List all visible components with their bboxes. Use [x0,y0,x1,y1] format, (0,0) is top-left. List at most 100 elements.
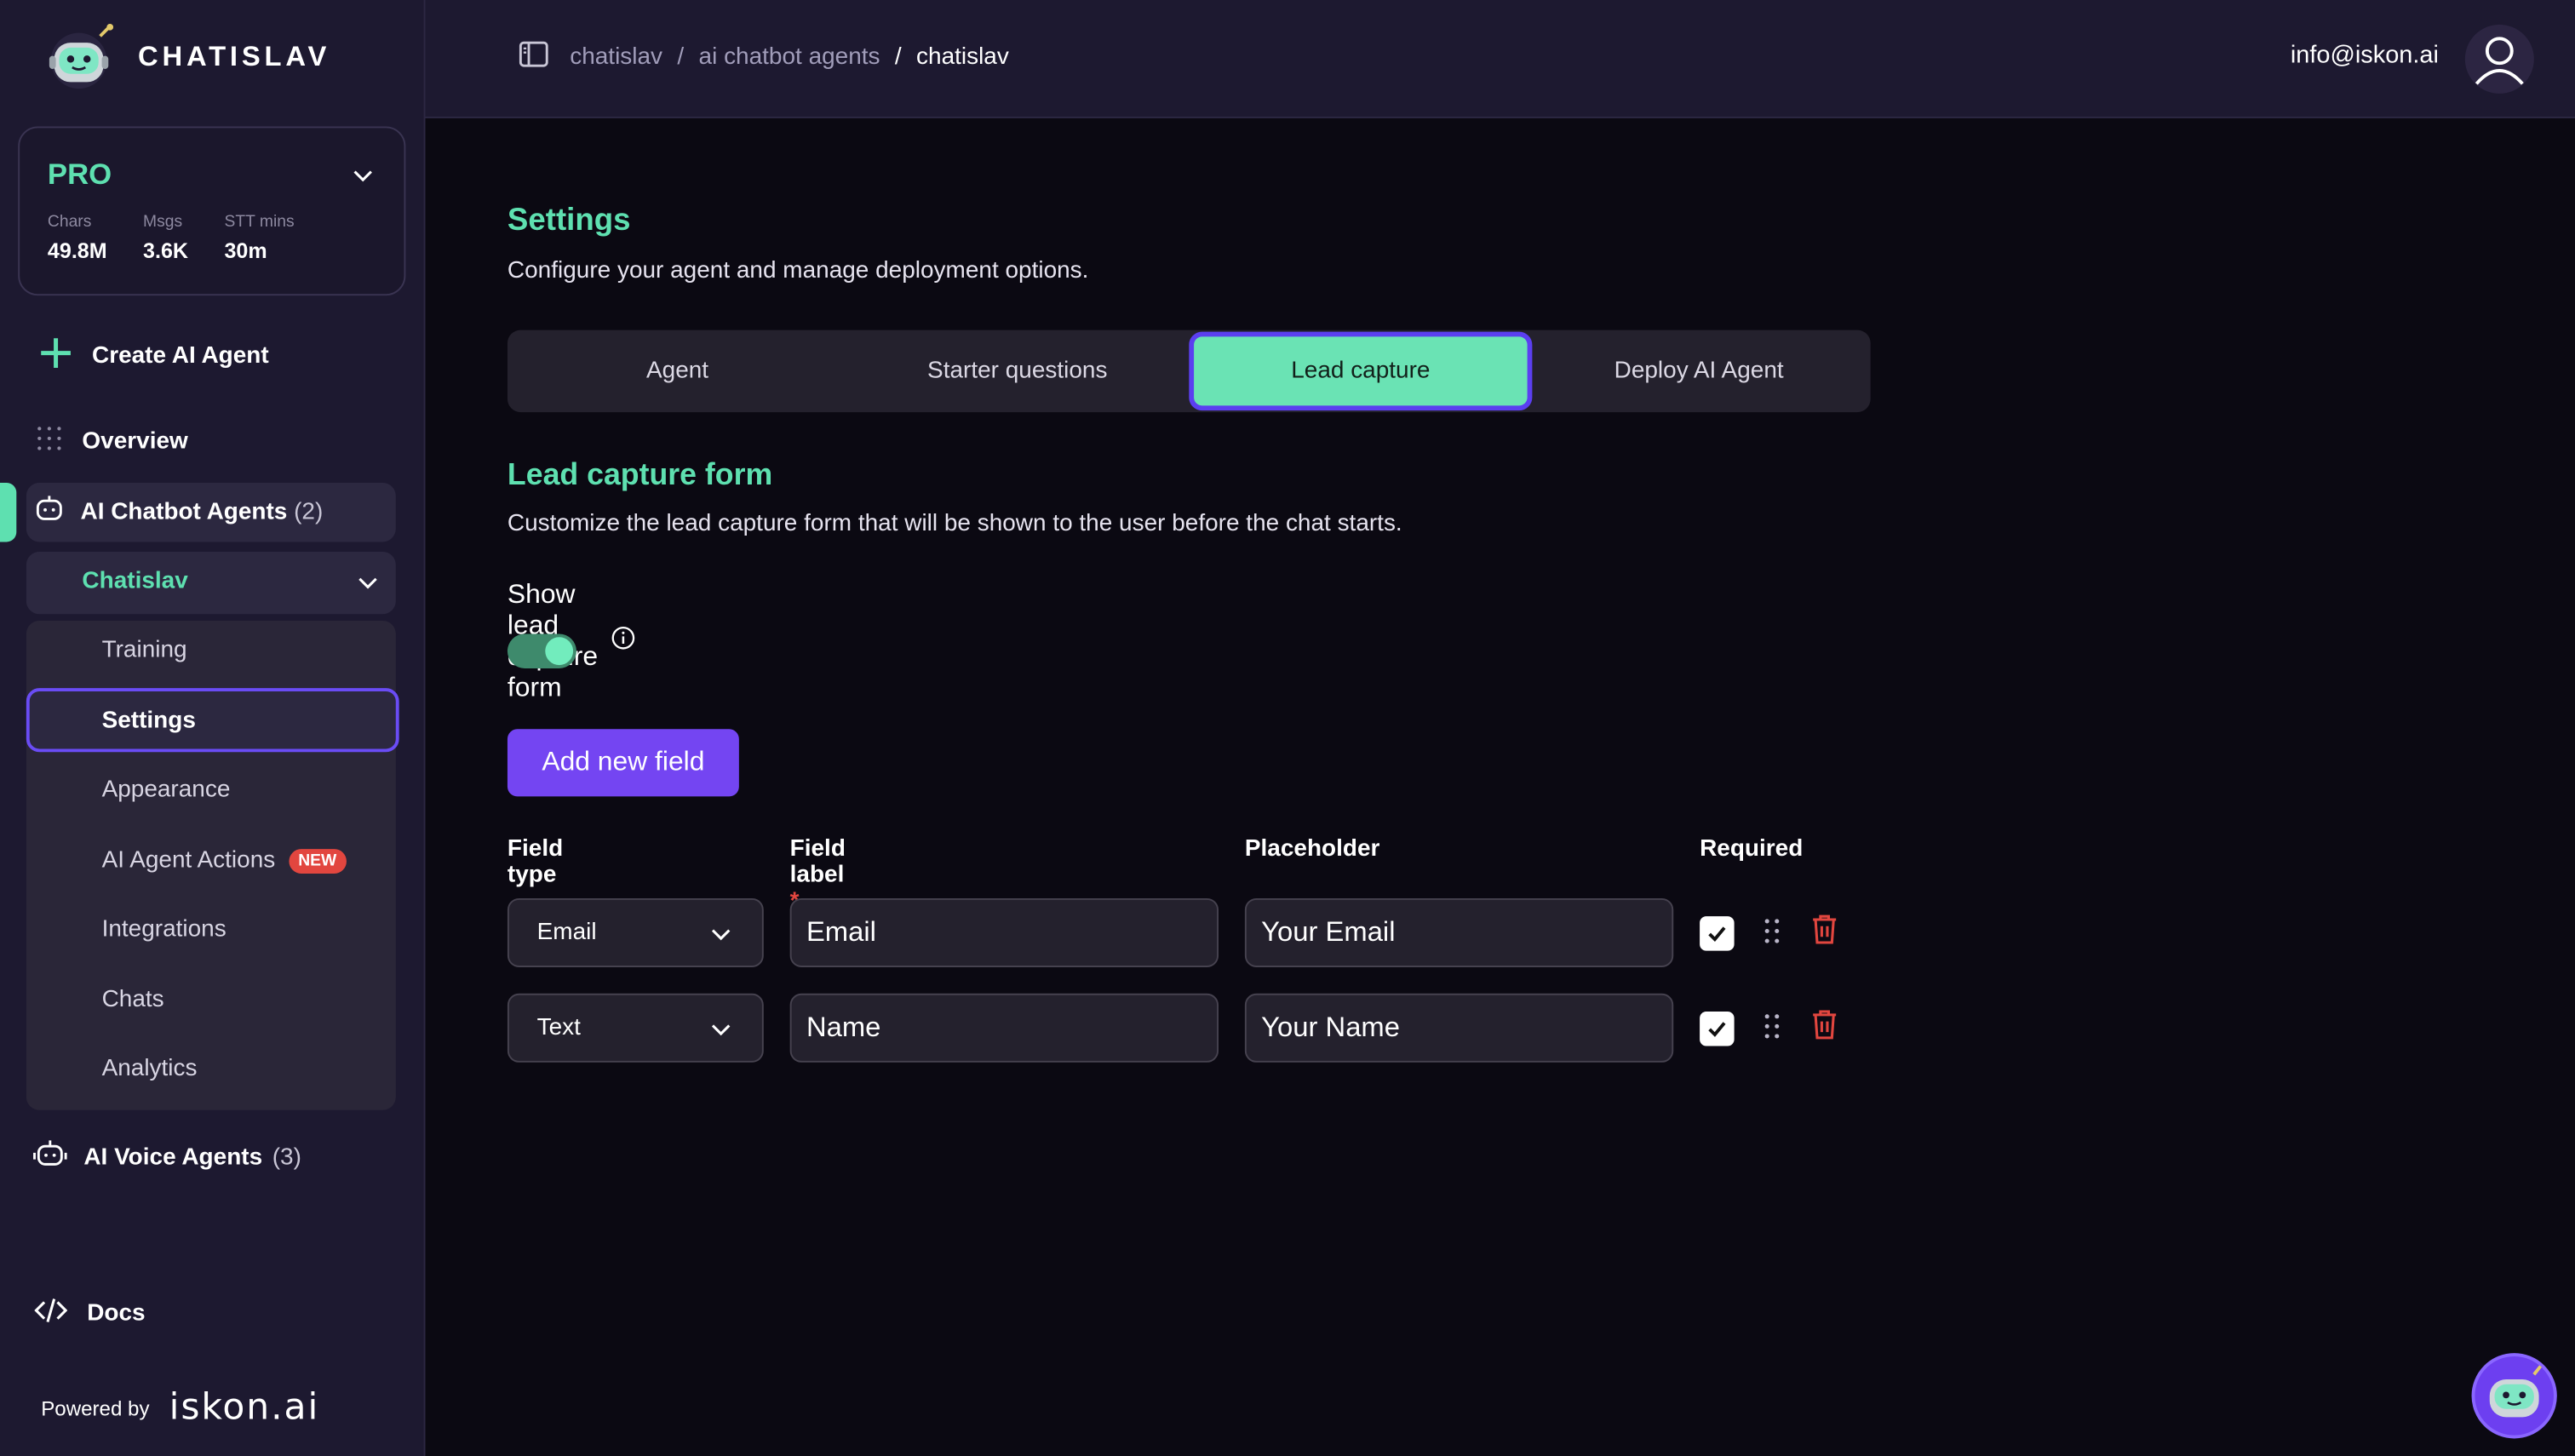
column-header-placeholder: Placeholder [1244,835,1380,863]
actions-label: AI Agent Actions [101,847,276,874]
sidebar-item-settings[interactable]: Settings [26,688,399,753]
voice-agents-count: (3) [272,1144,301,1172]
sidebar: CHATISLAV PRO Chars 49.8M Msgs 3.6K STT … [0,0,426,1456]
breadcrumb-item[interactable]: ai chatbot agents [699,44,880,71]
breadcrumb-item[interactable]: chatislav [570,44,662,71]
agent-selector[interactable]: Chatislav [26,552,396,615]
sidebar-item-chats[interactable]: Chats [102,987,164,1013]
stat-value: 3.6K [143,238,189,263]
stat-value: 30m [224,238,267,263]
plan-stats: Chars 49.8M Msgs 3.6K STT mins 30m [48,214,330,263]
chatbot-agents-count: (2) [294,499,324,526]
brand[interactable]: CHATISLAV [43,23,330,92]
toggle-knob [545,637,574,666]
tab-agent[interactable]: Agent [508,330,847,412]
add-field-button[interactable]: Add new field [507,729,739,797]
field-type-value: Text [536,1014,581,1041]
stat-label: STT mins [224,213,295,232]
check-icon [1708,1022,1726,1037]
create-agent-label: Create AI Agent [92,343,269,370]
avatar[interactable] [2464,24,2534,94]
tab-label: Agent [645,358,709,385]
required-checkbox[interactable] [1700,1012,1735,1046]
overview-label: Overview [82,428,188,456]
sidebar-item-training[interactable]: Training [102,637,187,663]
tab-label: Starter questions [927,358,1108,385]
appearance-label: Appearance [101,777,231,804]
section-subtitle: Customize the lead capture form that wil… [507,510,1402,537]
field-type-select[interactable]: Email [507,897,764,967]
sidebar-item-voice-agents[interactable]: AI Voice Agents (3) [33,1138,301,1178]
breadcrumb-current: chatislav [916,44,1009,71]
sidebar-toggle-icon[interactable] [519,41,548,74]
field-label-input[interactable] [789,993,1219,1063]
stat-value: 49.8M [47,238,107,263]
required-checkbox[interactable] [1700,916,1735,951]
tab-starter-questions[interactable]: Starter questions [847,330,1187,412]
tab-label: Deploy AI Agent [1614,358,1784,385]
plan-card[interactable]: PRO Chars 49.8M Msgs 3.6K STT mins 30m [18,126,406,296]
stat-stt: STT mins 30m [224,214,294,263]
section-title: Lead capture form [507,456,773,491]
sidebar-item-chatbot-agents[interactable]: AI Chatbot Agents (2) [26,483,396,542]
integrations-label: Integrations [101,916,227,943]
tab-deploy[interactable]: Deploy AI Agent [1529,330,1869,412]
code-icon [34,1298,68,1331]
robot-icon [2489,1365,2543,1418]
column-header-text: Field label [789,835,846,889]
field-label-input[interactable] [789,897,1219,967]
sidebar-item-integrations[interactable]: Integrations [102,916,227,943]
plan-name: PRO [47,158,112,191]
analytics-label: Analytics [101,1056,198,1082]
powered-label: Powered by [41,1396,150,1420]
docs-label: Docs [87,1300,146,1327]
breadcrumb-separator: / [894,44,902,71]
field-type-value: Email [536,920,597,946]
top-bar: chatislav / ai chatbot agents / chatisla… [425,0,2575,118]
page-subtitle: Configure your agent and manage deployme… [507,257,1089,284]
show-form-toggle[interactable] [507,633,576,668]
active-indicator [0,483,17,542]
chatbot-agents-label: AI Chatbot Agents [80,499,288,526]
column-header-field-type: Field type [507,835,564,889]
new-badge: NEW [288,848,347,874]
placeholder-input[interactable] [1244,897,1674,967]
stat-chars: Chars 49.8M [48,214,107,263]
sidebar-item-actions[interactable]: AI Agent Actions NEW [102,847,347,874]
tab-lead-capture[interactable]: Lead capture [1189,331,1533,411]
info-icon[interactable] [611,626,636,659]
sidebar-item-docs[interactable]: Docs [34,1298,146,1331]
agent-name: Chatislav [82,568,188,595]
chevron-down-icon [709,1018,732,1048]
settings-tabs: Agent Starter questions Lead capture Dep… [507,330,1871,413]
iskon-logo[interactable]: iskon.ai [169,1388,320,1429]
brand-name: CHATISLAV [138,41,331,72]
stat-label: Chars [47,213,92,232]
chevron-down-icon[interactable] [352,164,375,187]
sidebar-item-overview[interactable]: Overview [36,426,188,459]
trash-icon[interactable] [1809,1008,1839,1041]
sidebar-item-appearance[interactable]: Appearance [102,777,231,803]
field-type-select[interactable]: Text [507,993,764,1063]
voice-agents-label: AI Voice Agents [83,1144,263,1172]
drag-handle-icon[interactable] [1762,1012,1781,1041]
user-icon [2475,37,2524,85]
settings-label: Settings [101,708,196,735]
user-email: info@iskon.ai [2290,41,2439,70]
training-label: Training [101,637,187,664]
trash-icon[interactable] [1809,913,1839,946]
page-title: Settings [507,203,631,238]
chats-label: Chats [101,987,164,1013]
robot-logo-icon [43,23,118,92]
tab-label: Lead capture [1291,358,1431,385]
drag-handle-icon[interactable] [1762,916,1781,946]
powered-by: Powered by iskon.ai [41,1388,319,1429]
chevron-down-icon [357,571,380,603]
sidebar-item-analytics[interactable]: Analytics [102,1056,198,1082]
placeholder-input[interactable] [1244,993,1674,1063]
column-header-required: Required [1700,835,1804,863]
create-agent-button[interactable]: Create AI Agent [39,336,269,375]
chat-widget-button[interactable] [2471,1353,2557,1439]
chevron-down-icon [709,923,732,953]
check-icon [1708,926,1726,943]
